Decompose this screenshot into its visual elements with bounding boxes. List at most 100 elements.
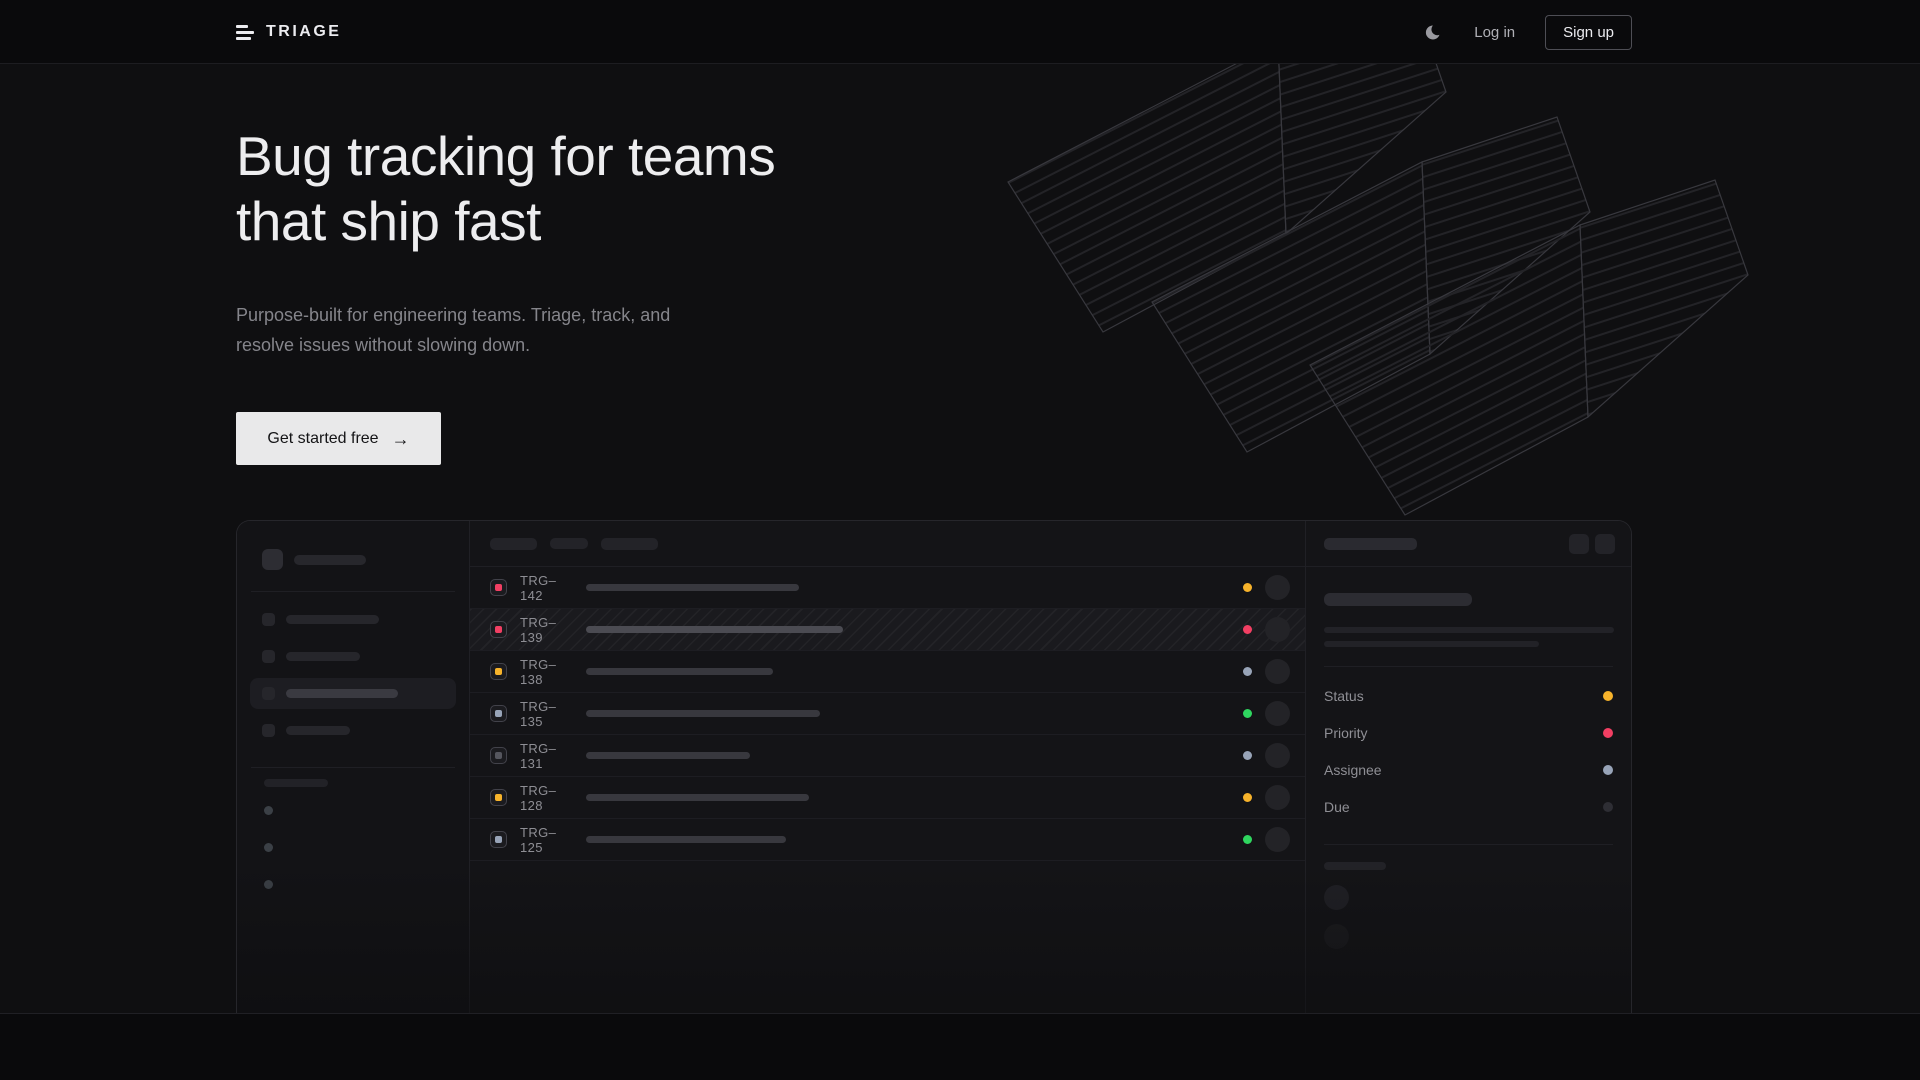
comment-avatar-placeholder: [1324, 885, 1349, 910]
issue-status-dot: [1243, 667, 1252, 676]
detail-description-skeleton: [1324, 627, 1614, 633]
issue-type-icon: [490, 831, 507, 848]
hero-title: Bug tracking for teamsthat ship fast: [236, 124, 1136, 254]
tab-skeleton: [601, 538, 658, 550]
issue-avatar-placeholder: [1265, 617, 1290, 642]
comment-avatar-placeholder: [1324, 924, 1349, 949]
issue-avatar-placeholder: [1265, 575, 1290, 600]
workspace-icon-placeholder: [262, 549, 283, 570]
sidebar-item-skeleton-active: [250, 678, 456, 709]
tab-skeleton: [550, 538, 588, 549]
issue-avatar-placeholder: [1265, 785, 1290, 810]
login-link[interactable]: Log in: [1474, 24, 1515, 41]
sidebar-item-icon-placeholder: [262, 613, 275, 626]
brand-wordmark: TRIAGE: [266, 23, 341, 41]
brand-logo[interactable]: TRIAGE: [236, 23, 341, 41]
issue-title-skeleton: [586, 626, 843, 633]
get-started-button[interactable]: Get started free →: [236, 412, 441, 465]
issue-avatar-placeholder: [1265, 827, 1290, 852]
divider: [1324, 844, 1613, 845]
issue-status-dot: [1243, 835, 1252, 844]
issue-type-icon: [490, 789, 507, 806]
issue-id: TRG–125: [520, 825, 574, 855]
theme-toggle-button[interactable]: [1420, 20, 1444, 44]
sidebar-item-skeleton: [250, 641, 456, 672]
detail-action-placeholder: [1595, 534, 1615, 554]
detail-field-status: Status: [1324, 677, 1613, 714]
moon-icon: [1423, 23, 1442, 42]
issue-id: TRG–139: [520, 615, 574, 645]
issue-avatar-placeholder: [1265, 743, 1290, 768]
sidebar-dot-placeholder: [264, 880, 273, 889]
issue-type-icon: [490, 663, 507, 680]
sidebar-dot-placeholder: [264, 843, 273, 852]
issue-id: TRG–138: [520, 657, 574, 687]
sidebar-dot-placeholder: [264, 806, 273, 815]
issue-type-icon: [490, 747, 507, 764]
issue-id: TRG–128: [520, 783, 574, 813]
issue-status-dot: [1243, 625, 1252, 634]
detail-header-skeleton: [1324, 538, 1417, 550]
hero-section: Bug tracking for teamsthat ship fast Pur…: [236, 64, 1136, 465]
priority-dot: [1603, 728, 1613, 738]
triage-bars-icon: [236, 25, 254, 40]
signup-button[interactable]: Sign up: [1545, 15, 1632, 50]
detail-field-assignee: Assignee: [1324, 751, 1613, 788]
issue-id: TRG–142: [520, 573, 574, 603]
comments-label-skeleton: [1324, 862, 1386, 870]
section-label-skeleton: [264, 779, 328, 787]
issue-row: TRG–138: [470, 651, 1305, 693]
assignee-dot: [1603, 765, 1613, 775]
issue-type-icon: [490, 705, 507, 722]
hero-subtitle: Purpose-built for engineering teams. Tri…: [236, 300, 1136, 360]
tab-skeleton: [490, 538, 537, 550]
mockup-detail-panel: Status Priority Assignee Due: [1305, 521, 1631, 1013]
detail-field-due: Due: [1324, 788, 1613, 825]
issue-type-icon: [490, 621, 507, 638]
list-header: [470, 521, 1305, 567]
sidebar-item-skeleton: [250, 715, 456, 746]
issue-row: TRG–125: [470, 819, 1305, 861]
issue-avatar-placeholder: [1265, 659, 1290, 684]
mockup-sidebar: [237, 521, 470, 1013]
divider: [251, 767, 455, 768]
issue-row: TRG–139: [470, 609, 1305, 651]
issue-title-skeleton: [586, 584, 799, 591]
detail-field-priority: Priority: [1324, 714, 1613, 751]
issue-id: TRG–135: [520, 699, 574, 729]
issue-title-skeleton: [586, 668, 773, 675]
detail-description-skeleton: [1324, 641, 1539, 647]
divider: [251, 591, 455, 592]
issue-title-skeleton: [586, 710, 820, 717]
sidebar-item-icon-placeholder: [262, 650, 275, 663]
issue-title-skeleton: [586, 752, 750, 759]
issue-title-skeleton: [586, 836, 786, 843]
issue-status-dot: [1243, 793, 1252, 802]
detail-header: [1306, 521, 1631, 567]
issue-id: TRG–131: [520, 741, 574, 771]
status-dot: [1603, 691, 1613, 701]
issue-title-skeleton: [586, 794, 809, 801]
top-nav: TRIAGE Log in Sign up: [0, 0, 1920, 64]
issue-status-dot: [1243, 583, 1252, 592]
divider: [1324, 666, 1613, 667]
mockup-issue-list: TRG–142 TRG–139 TRG–138 TRG–135: [470, 521, 1305, 1013]
sidebar-item-icon-placeholder: [262, 724, 275, 737]
issue-type-icon: [490, 579, 507, 596]
detail-action-placeholder: [1569, 534, 1589, 554]
issue-row: TRG–131: [470, 735, 1305, 777]
issue-status-dot: [1243, 709, 1252, 718]
workspace-name-skeleton: [294, 555, 366, 565]
arrow-right-icon: →: [392, 430, 410, 448]
workspace-switcher-skeleton: [262, 549, 455, 570]
app-mockup: TRG–142 TRG–139 TRG–138 TRG–135: [236, 520, 1632, 1013]
issue-row: TRG–142: [470, 567, 1305, 609]
footer-strip: [0, 1013, 1920, 1080]
sidebar-item-skeleton: [250, 604, 456, 635]
issue-status-dot: [1243, 751, 1252, 760]
due-dot: [1603, 802, 1613, 812]
issue-row: TRG–128: [470, 777, 1305, 819]
issue-row: TRG–135: [470, 693, 1305, 735]
sidebar-item-icon-placeholder: [262, 687, 275, 700]
detail-title-skeleton: [1324, 593, 1472, 606]
